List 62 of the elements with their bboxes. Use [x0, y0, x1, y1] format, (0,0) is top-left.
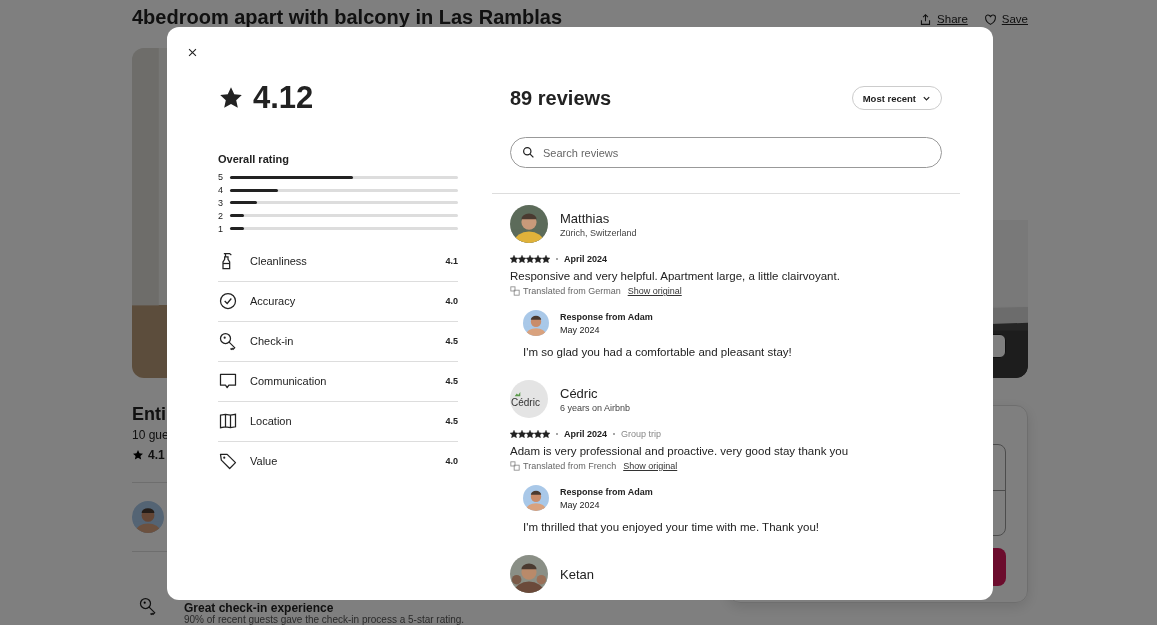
reviews-count: 89 reviews — [510, 86, 612, 110]
reviewer-detail: 6 years on Airbnb — [560, 402, 631, 413]
response-author: Response from Adam — [560, 311, 653, 322]
overall-rating-value: 4.12 — [253, 80, 314, 116]
rating-level-label: 2 — [218, 210, 224, 221]
highlight-title: Great check-in experience — [184, 602, 334, 614]
reviewer-name: Ketan — [560, 566, 594, 582]
tag-icon — [218, 451, 238, 472]
rating-value: 4.1 — [148, 448, 165, 462]
category-score: 4.5 — [445, 336, 458, 347]
heart-icon — [983, 12, 997, 26]
translation-note: Translated from French — [523, 461, 617, 471]
review-date: April 2024 — [564, 429, 608, 439]
response-date: May 2024 — [560, 499, 601, 510]
listing-heading: Enti — [132, 403, 166, 425]
reviewer-detail: Zürich, Switzerland — [560, 227, 637, 238]
avatar-alt-text: Cédric — [511, 397, 540, 408]
category-score: 4.1 — [445, 256, 458, 267]
category-label: Check-in — [250, 335, 295, 348]
category-score: 4.0 — [445, 456, 458, 467]
category-label: Accuracy — [250, 295, 297, 308]
category-score: 4.5 — [445, 376, 458, 387]
rating-level-label: 4 — [218, 185, 224, 196]
rating-level-label: 5 — [218, 172, 224, 183]
search-field[interactable]: Search reviews — [510, 137, 942, 168]
check-circle-icon — [218, 291, 238, 312]
response-text: I'm so glad you had a comfortable and pleasant stay! — [523, 346, 793, 358]
category-label: Value — [250, 455, 279, 468]
show-original-link[interactable]: Show original — [623, 461, 678, 471]
save-link[interactable]: Save — [983, 12, 1028, 26]
category-label: Cleanliness — [250, 255, 308, 268]
highlight-text: 90% of recent guests gave the check-in process a 5-star rating. — [184, 614, 465, 625]
category-score: 4.0 — [445, 296, 458, 307]
rating-level-label: 1 — [218, 223, 224, 234]
key-icon — [138, 596, 158, 616]
close-icon — [186, 46, 198, 58]
review-text: Responsive and very helpful. Apartment large, a little clairvoyant. — [510, 269, 841, 284]
star-icon — [132, 449, 144, 461]
overall-rating-label: Overall rating — [218, 152, 290, 166]
response-author: Response from Adam — [560, 486, 653, 497]
reviewer-name: Cédric — [560, 385, 599, 401]
rating-level-label: 3 — [218, 198, 224, 208]
response-text: I'm thrilled that you enjoyed your time with me. Thank you! — [523, 521, 820, 533]
category-label: Communication — [250, 375, 328, 388]
response-date: May 2024 — [560, 324, 601, 335]
show-original-link[interactable]: Show original — [627, 286, 682, 296]
translate-icon — [510, 461, 520, 471]
broken-image-icon — [514, 390, 521, 397]
reviewer-name: Matthias — [560, 210, 611, 226]
category-score: 4.5 — [445, 416, 458, 427]
star-icon — [218, 85, 244, 111]
translate-icon — [510, 286, 520, 296]
trip-type: Group trip — [621, 429, 662, 439]
listing-title: 4bedroom apart with balcony in Las Ramblas — [132, 5, 563, 29]
review-date: April 2024 — [564, 254, 608, 264]
review-text: Adam is very professional and proactive. very good stay thank you — [510, 444, 850, 459]
sort-dropdown[interactable]: Most recent — [851, 86, 942, 110]
share-link[interactable]: Share — [919, 12, 968, 26]
key-icon — [218, 331, 238, 352]
category-label: Location — [250, 415, 293, 428]
share-icon — [919, 12, 933, 26]
translation-note: Translated from German — [523, 286, 621, 296]
